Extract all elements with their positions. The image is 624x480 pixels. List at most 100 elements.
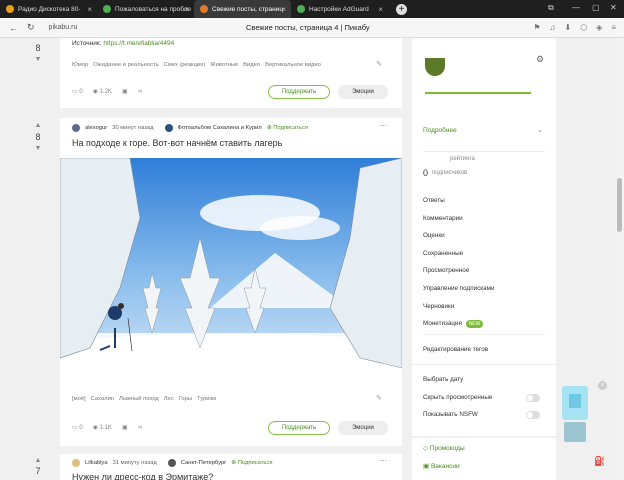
tag-icon: ◇ <box>423 445 428 452</box>
gear-icon[interactable]: ⚙ <box>536 54 544 65</box>
comments-icon[interactable]: ▭ 0 <box>72 424 83 431</box>
browser-tab-bar: Радио Дискотека 80- × Пожаловаться на про… <box>0 0 624 18</box>
tag[interactable]: Сахалин <box>91 396 114 402</box>
post-title[interactable]: На подходе к горе. Вот-вот начнём ставит… <box>72 138 282 148</box>
menu-viewed[interactable]: Просмотренное <box>423 267 469 274</box>
post-title[interactable]: Нужен ли дресс-код в Эрмитаже? <box>72 472 213 480</box>
save-icon[interactable]: ▣ <box>122 424 128 431</box>
minimize-icon[interactable]: — <box>572 3 580 12</box>
radio-favicon-icon <box>6 5 14 13</box>
new-badge: NEW <box>465 320 484 328</box>
tag[interactable]: Видео <box>243 62 260 68</box>
menu-ratings[interactable]: Оценки <box>423 232 445 239</box>
emotions-button[interactable]: Эмоции <box>338 421 388 435</box>
subscribers-label: подписчиков <box>432 170 468 176</box>
more-link[interactable]: Подробнее <box>423 127 457 134</box>
avatar[interactable] <box>72 124 80 132</box>
close-tab-icon[interactable]: × <box>281 5 286 14</box>
tab-adguard[interactable]: Настройки AdGuard × <box>291 0 388 18</box>
menu-drafts[interactable]: Черновики <box>423 303 454 310</box>
subscribe-label: Подписаться <box>273 125 308 131</box>
avatar[interactable] <box>72 459 80 467</box>
briefcase-icon: ▣ <box>423 463 430 470</box>
headphones-icon[interactable]: ♫ <box>549 23 555 32</box>
community-name[interactable]: Санкт-Петербург <box>181 460 226 466</box>
rating-label: рейтинга <box>450 156 475 162</box>
subscribe-link[interactable]: ⊕ Подписаться <box>267 125 308 131</box>
tag[interactable]: [моё] <box>72 396 86 402</box>
show-nsfw-toggle[interactable] <box>526 411 540 419</box>
reload-icon[interactable]: ↻ <box>27 22 35 33</box>
more-options-icon[interactable]: ⋯ <box>380 457 387 465</box>
promo-link[interactable]: ◇ Промокоды <box>423 444 465 452</box>
emotions-button[interactable]: Эмоции <box>338 85 388 99</box>
share-icon[interactable]: ⋖ <box>138 424 143 431</box>
support-button[interactable]: Поддержать <box>268 421 330 435</box>
tab-pikabu[interactable]: Свежие посты, страниц × <box>194 0 291 18</box>
share-icon[interactable]: ⋖ <box>138 88 143 95</box>
source-link[interactable]: https://t.me/efiablia/4494 <box>103 40 174 47</box>
post-photo-snowy-forest[interactable] <box>60 158 402 386</box>
vote-block-main: ▲ 8 ▼ <box>28 122 48 152</box>
close-tab-icon[interactable]: × <box>87 5 92 14</box>
tab-radio[interactable]: Радио Дискотека 80- × <box>0 0 97 18</box>
menu-icon[interactable]: ≡ <box>611 23 616 32</box>
community-name[interactable]: Фотоальбом Сахалина и Курил <box>178 125 262 131</box>
tag[interactable]: Вертикальное видео <box>265 62 321 68</box>
save-icon[interactable]: ▣ <box>122 88 128 95</box>
close-tab-icon[interactable]: × <box>378 5 383 14</box>
community-avatar[interactable] <box>164 124 173 132</box>
menu-answers[interactable]: Ответы <box>423 197 445 204</box>
robot-widget[interactable] <box>560 386 590 444</box>
vote-up-icon[interactable]: ▲ <box>28 457 48 464</box>
author-name[interactable]: Lilkablya <box>85 460 108 466</box>
vote-down-icon[interactable]: ▼ <box>28 145 48 152</box>
tab-list-icon[interactable]: ⧉ <box>548 3 554 13</box>
chevron-down-icon[interactable]: ⌄ <box>537 126 543 134</box>
adguard-icon[interactable]: ◈ <box>596 23 602 32</box>
subscribers-count: 0 <box>423 168 429 178</box>
vacancies-link[interactable]: ▣ Вакансии <box>423 462 460 470</box>
edit-icon[interactable]: ✎ <box>376 60 382 68</box>
back-icon[interactable]: ← <box>9 23 18 33</box>
tag[interactable]: Животные <box>210 62 238 68</box>
tag[interactable]: Смех (реакция) <box>164 62 206 68</box>
bookmark-icon[interactable]: ⚑ <box>533 23 540 32</box>
support-button[interactable]: Поддержать <box>268 85 330 99</box>
hide-viewed-toggle[interactable] <box>526 394 540 402</box>
menu-monetization[interactable]: Монетизация NEW <box>423 320 484 328</box>
tag[interactable]: Ожидание и реальность <box>93 62 158 68</box>
subscribe-link[interactable]: ⊕ Подписаться <box>231 460 272 466</box>
tab-report[interactable]: Пожаловаться на пробле × <box>97 0 194 18</box>
menu-comments[interactable]: Комментарии <box>423 215 463 222</box>
tag[interactable]: Туризм <box>197 396 216 402</box>
menu-subscriptions[interactable]: Управление подписками <box>423 285 495 292</box>
edit-icon[interactable]: ✎ <box>376 394 382 402</box>
comments-count: 0 <box>79 89 83 95</box>
download-icon[interactable]: ⬇ <box>564 23 571 32</box>
vote-down-icon[interactable]: ▼ <box>28 56 48 63</box>
scrollbar-thumb[interactable] <box>617 178 622 232</box>
comments-icon[interactable]: ▭ 0 <box>72 88 83 95</box>
tag[interactable]: Лес <box>164 396 174 402</box>
tag[interactable]: Юмор <box>72 62 88 68</box>
scrollbar[interactable] <box>616 38 624 480</box>
close-tab-icon[interactable]: × <box>184 5 189 14</box>
more-options-icon[interactable]: ⋯ <box>380 122 387 130</box>
community-avatar[interactable] <box>167 459 176 467</box>
close-widget-icon[interactable]: × <box>598 381 607 390</box>
menu-tags-edit[interactable]: Редактирование тегов <box>423 346 488 353</box>
maximize-icon[interactable]: ▢ <box>592 3 600 12</box>
choose-date[interactable]: Выбрать дату <box>423 376 463 383</box>
url-field[interactable]: pikabu.ru <box>49 24 78 31</box>
extensions-icon[interactable]: ⬡ <box>580 23 587 32</box>
close-window-icon[interactable]: ✕ <box>610 3 617 12</box>
new-tab-button[interactable]: + <box>396 3 407 15</box>
author-name[interactable]: alexogur <box>85 125 107 131</box>
menu-saved[interactable]: Сохраненные <box>423 250 463 257</box>
tag[interactable]: Горы <box>179 396 192 402</box>
tag[interactable]: Лыжный поход <box>119 396 159 402</box>
vote-up-icon[interactable]: ▲ <box>28 122 48 129</box>
paint-bucket-icon[interactable]: ⛽ <box>594 456 605 467</box>
tag-list-prev: Юмор Ожидание и реальность Смех (реакция… <box>72 62 321 68</box>
